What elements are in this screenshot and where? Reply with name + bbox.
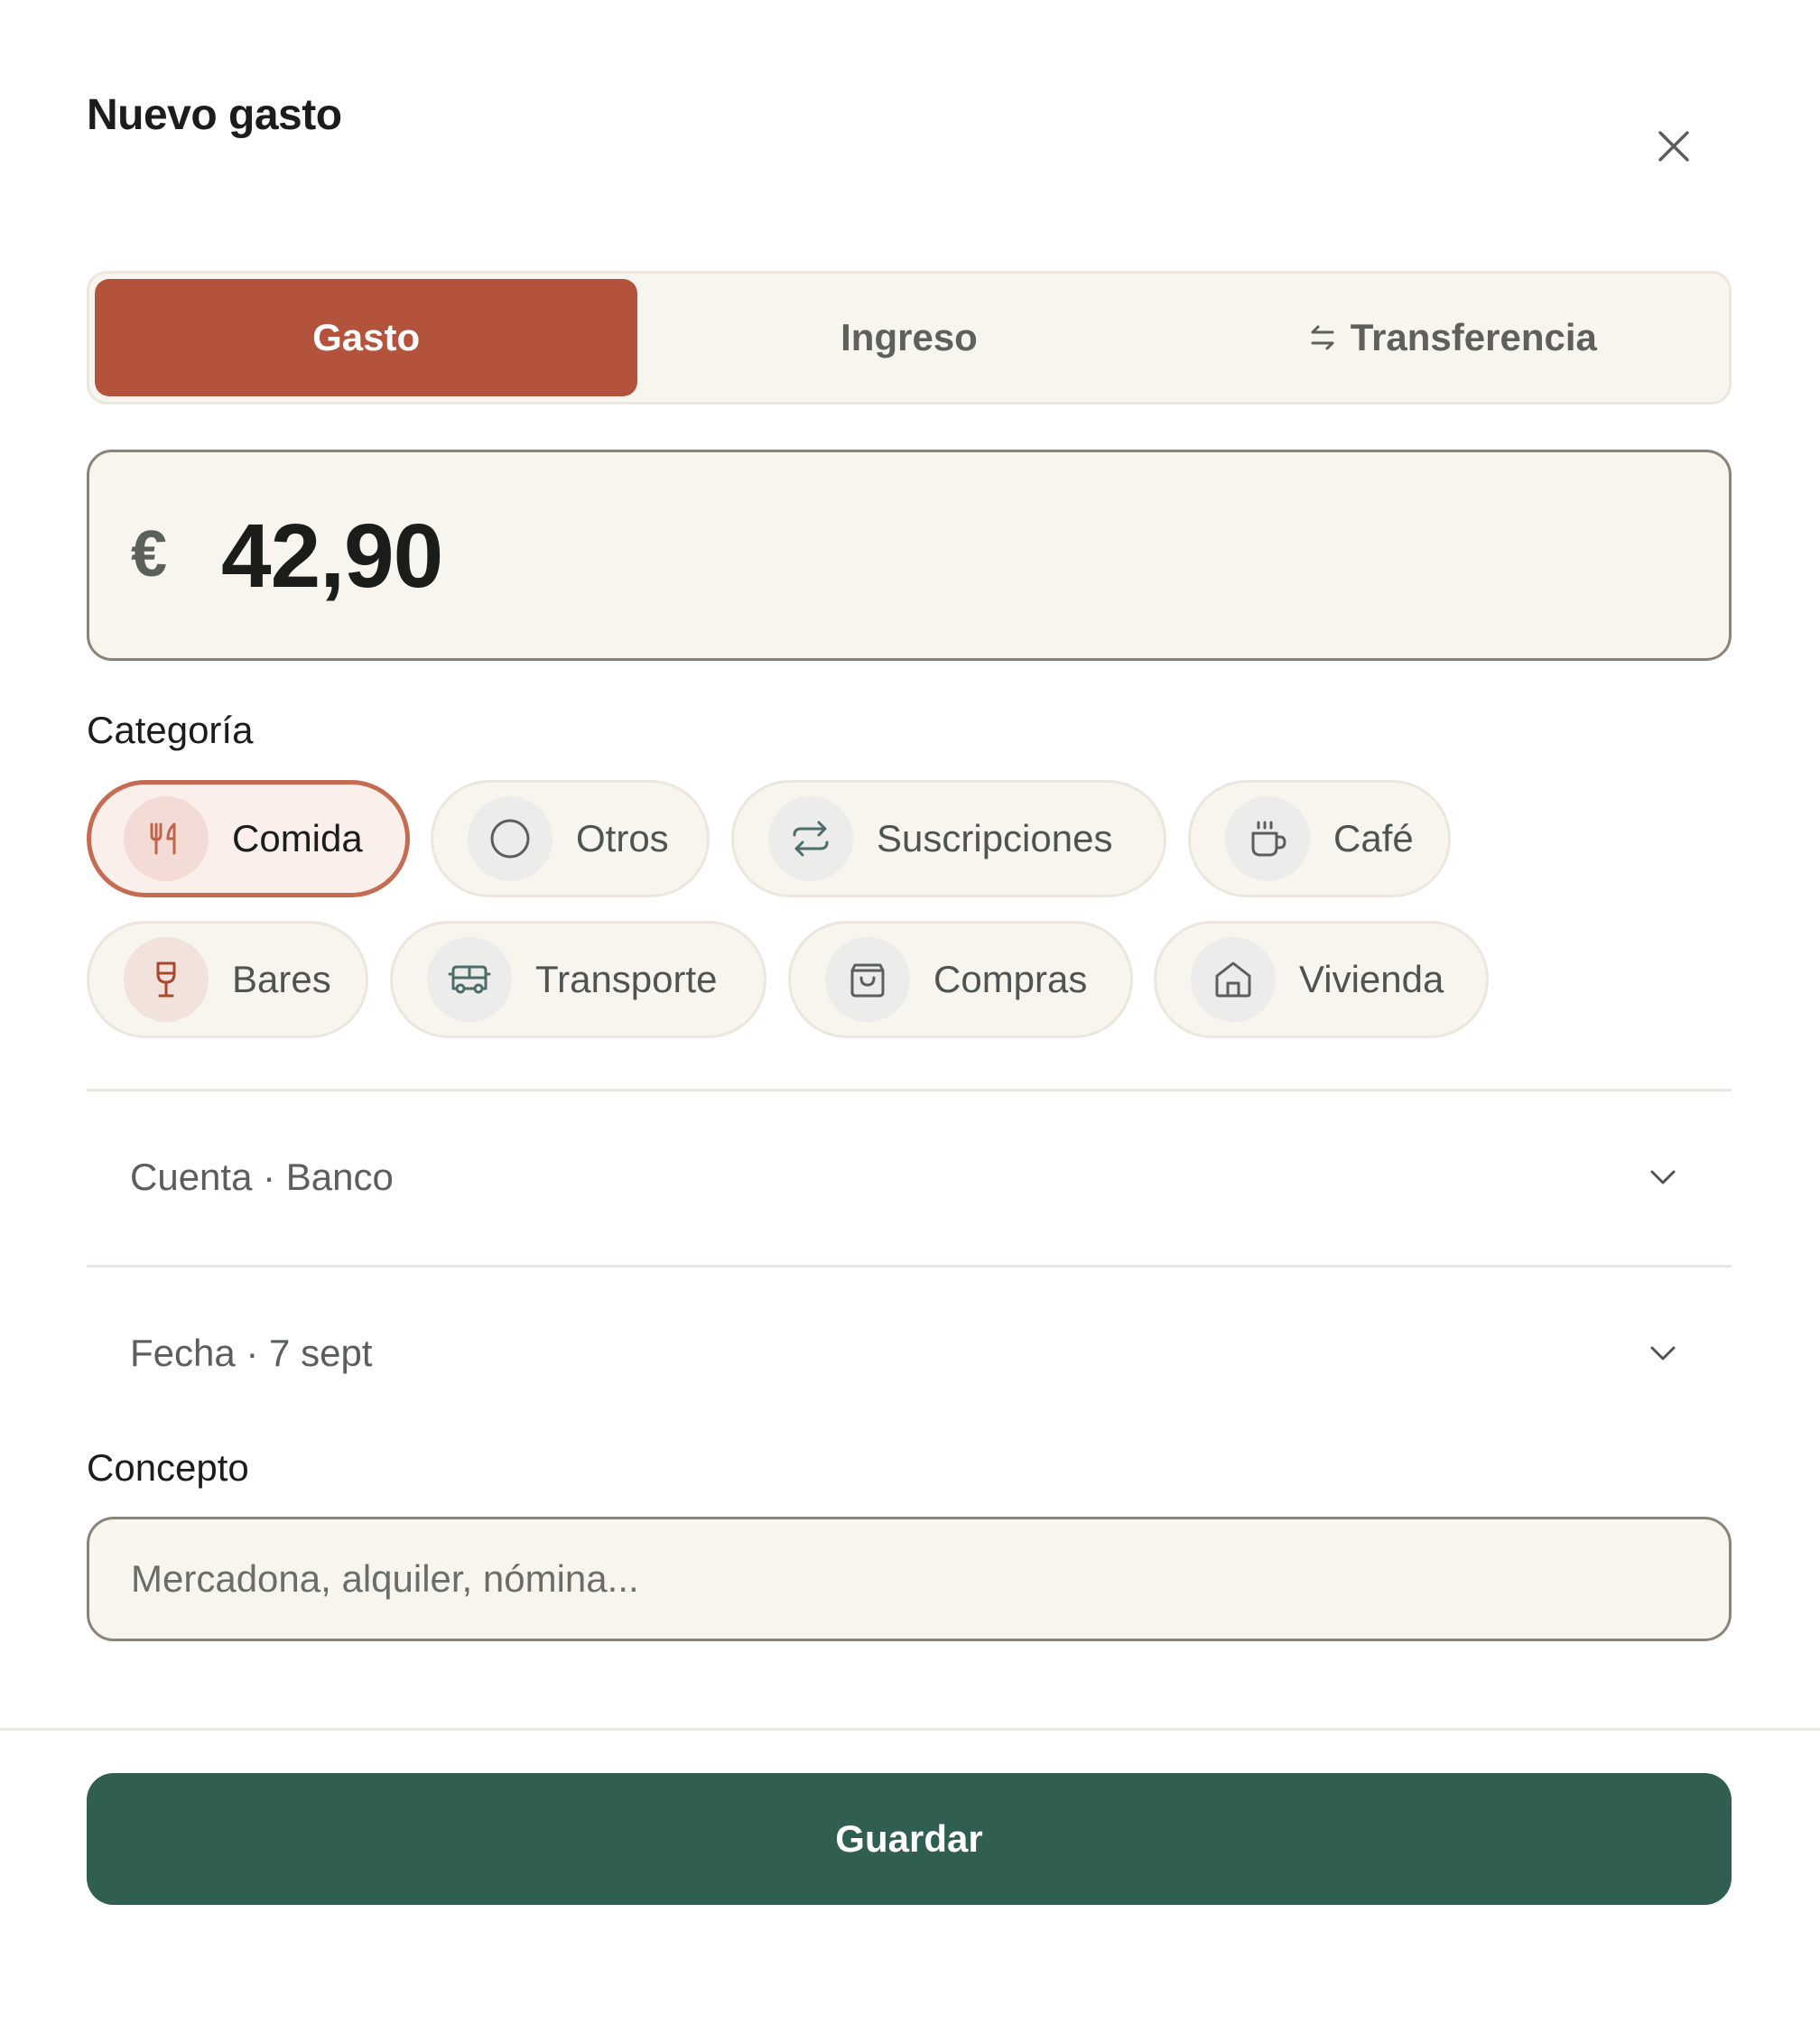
shopping-bag-icon (825, 937, 910, 1022)
close-icon (1658, 131, 1689, 162)
category-chip-label: Bares (232, 958, 331, 1000)
category-label: Categoría (87, 709, 254, 751)
save-button[interactable]: Guardar (87, 1773, 1732, 1905)
tab-transferencia-label: Transferencia (1350, 316, 1597, 358)
category-chip-cafe[interactable]: Café (1188, 780, 1451, 897)
category-chip-compras[interactable]: Compras (788, 921, 1133, 1038)
swap-arrows-icon (1311, 325, 1334, 350)
tab-gasto-label: Gasto (312, 316, 421, 358)
category-chip-label: Suscripciones (877, 817, 1113, 859)
tab-gasto[interactable]: Gasto (95, 279, 638, 396)
amount-field[interactable]: € 42,90 (87, 450, 1732, 661)
category-chip-otros[interactable]: Otros (431, 780, 710, 897)
tab-ingreso-label: Ingreso (840, 316, 978, 358)
category-chip-comida[interactable]: Comida (87, 780, 410, 897)
date-select[interactable]: Fecha · 7 sept (87, 1268, 1732, 1439)
tab-transferencia[interactable]: Transferencia (1181, 279, 1723, 396)
footer-divider (0, 1728, 1820, 1731)
category-chip-label: Vivienda (1299, 958, 1444, 1000)
category-chip-suscripciones[interactable]: Suscripciones (731, 780, 1166, 897)
transaction-type-tabs: Gasto Ingreso Transferencia (87, 271, 1732, 404)
account-select-text: Cuenta · Banco (130, 1156, 394, 1198)
category-chip-label: Transporte (535, 958, 718, 1000)
chevron-down-icon (1645, 1335, 1681, 1371)
new-expense-dialog: Nuevo gasto Gasto Ingreso Transferencia … (0, 0, 1820, 2034)
house-icon (1191, 937, 1276, 1022)
account-select[interactable]: Cuenta · Banco (87, 1091, 1732, 1263)
category-chip-label: Café (1333, 817, 1414, 859)
chevron-down-icon (1645, 1159, 1681, 1195)
close-button[interactable] (1652, 125, 1695, 168)
dialog-title: Nuevo gasto (87, 91, 342, 139)
concept-label: Concepto (87, 1446, 249, 1489)
category-chip-bares[interactable]: Bares (87, 921, 368, 1038)
currency-symbol: € (131, 518, 168, 590)
fork-knife-icon (124, 796, 209, 881)
repeat-icon (768, 796, 853, 881)
amount-value: 42,90 (221, 506, 443, 607)
tab-ingreso[interactable]: Ingreso (637, 279, 1180, 396)
date-select-text: Fecha · 7 sept (130, 1332, 373, 1374)
circle-icon (468, 796, 552, 881)
category-chip-label: Compras (933, 958, 1088, 1000)
category-chip-transporte[interactable]: Transporte (390, 921, 766, 1038)
category-chip-label: Otros (576, 817, 669, 859)
wine-glass-icon (124, 937, 209, 1022)
category-chip-label: Comida (232, 817, 363, 859)
coffee-cup-icon (1225, 796, 1310, 881)
concept-input[interactable] (87, 1517, 1732, 1641)
bus-icon (427, 937, 512, 1022)
category-chip-vivienda[interactable]: Vivienda (1154, 921, 1489, 1038)
